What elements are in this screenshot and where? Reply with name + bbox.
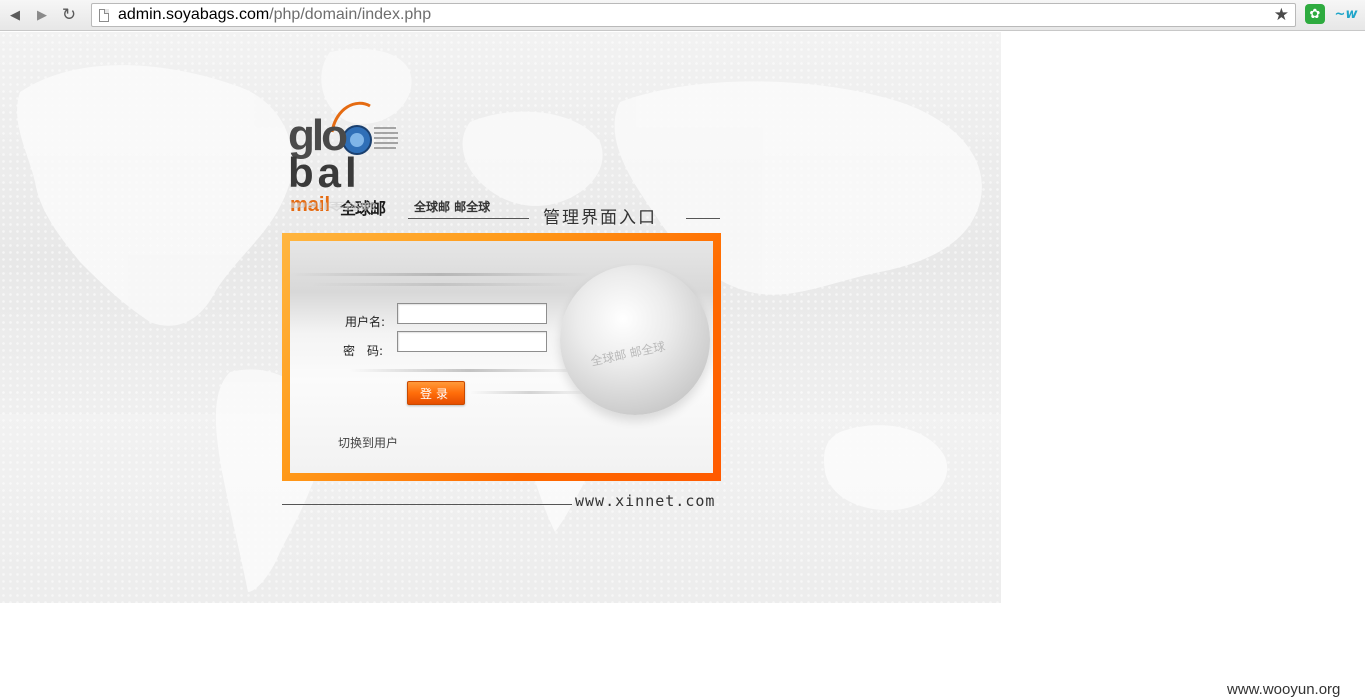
reload-icon[interactable]: ↻ <box>58 5 80 25</box>
password-input[interactable] <box>397 331 547 352</box>
title-underline <box>686 218 720 219</box>
url-path: /php/domain/index.php <box>269 6 432 23</box>
login-panel-inner: 全球邮 邮全球 用户名: 密 码: 登录 切换到用户 <box>290 241 713 473</box>
url-host: admin.soyabags.com <box>118 6 270 23</box>
decor-streak <box>310 283 570 286</box>
decor-streak <box>470 391 590 394</box>
back-arrow-icon[interactable]: ◀ <box>4 5 26 25</box>
forward-arrow-icon[interactable]: ▶ <box>31 5 53 25</box>
slogan-underline <box>408 218 529 219</box>
decor-streak <box>290 273 590 276</box>
url-text[interactable]: admin.soyabags.com/php/domain/index.php <box>118 6 431 24</box>
extension-icon[interactable]: ✿ <box>1305 4 1325 24</box>
username-input[interactable] <box>397 303 547 324</box>
page-title: 管理界面入口 <box>543 208 657 228</box>
username-label: 用户名: <box>345 315 386 329</box>
footer-line <box>282 504 572 505</box>
globe-decoration <box>560 265 710 415</box>
login-panel: 全球邮 邮全球 用户名: 密 码: 登录 切换到用户 <box>282 233 721 481</box>
logo-word-bottom: bal <box>288 149 361 196</box>
password-label: 密 码: <box>343 344 384 358</box>
watermark: www.wooyun.org <box>1227 681 1341 698</box>
page-icon <box>99 8 109 22</box>
global-mail-logo: glo bal mail 全球邮 mail全球邮 <box>286 98 402 232</box>
login-button[interactable]: 登录 <box>407 381 465 405</box>
extension-icon[interactable]: ~w <box>1334 6 1358 22</box>
decor-streak <box>350 369 590 372</box>
footer-site: www.xinnet.com <box>575 492 716 510</box>
logo-reflection: mail全球邮 <box>290 200 377 212</box>
slogan: 全球邮 邮全球 <box>414 200 491 214</box>
browser-toolbar: ◀ ▶ ↻ admin.soyabags.com/php/domain/inde… <box>0 0 1365 31</box>
switch-to-user-link[interactable]: 切换到用户 <box>338 434 398 451</box>
bookmark-star-icon[interactable]: ★ <box>1274 5 1289 25</box>
address-bar[interactable]: admin.soyabags.com/php/domain/index.php … <box>91 3 1296 27</box>
